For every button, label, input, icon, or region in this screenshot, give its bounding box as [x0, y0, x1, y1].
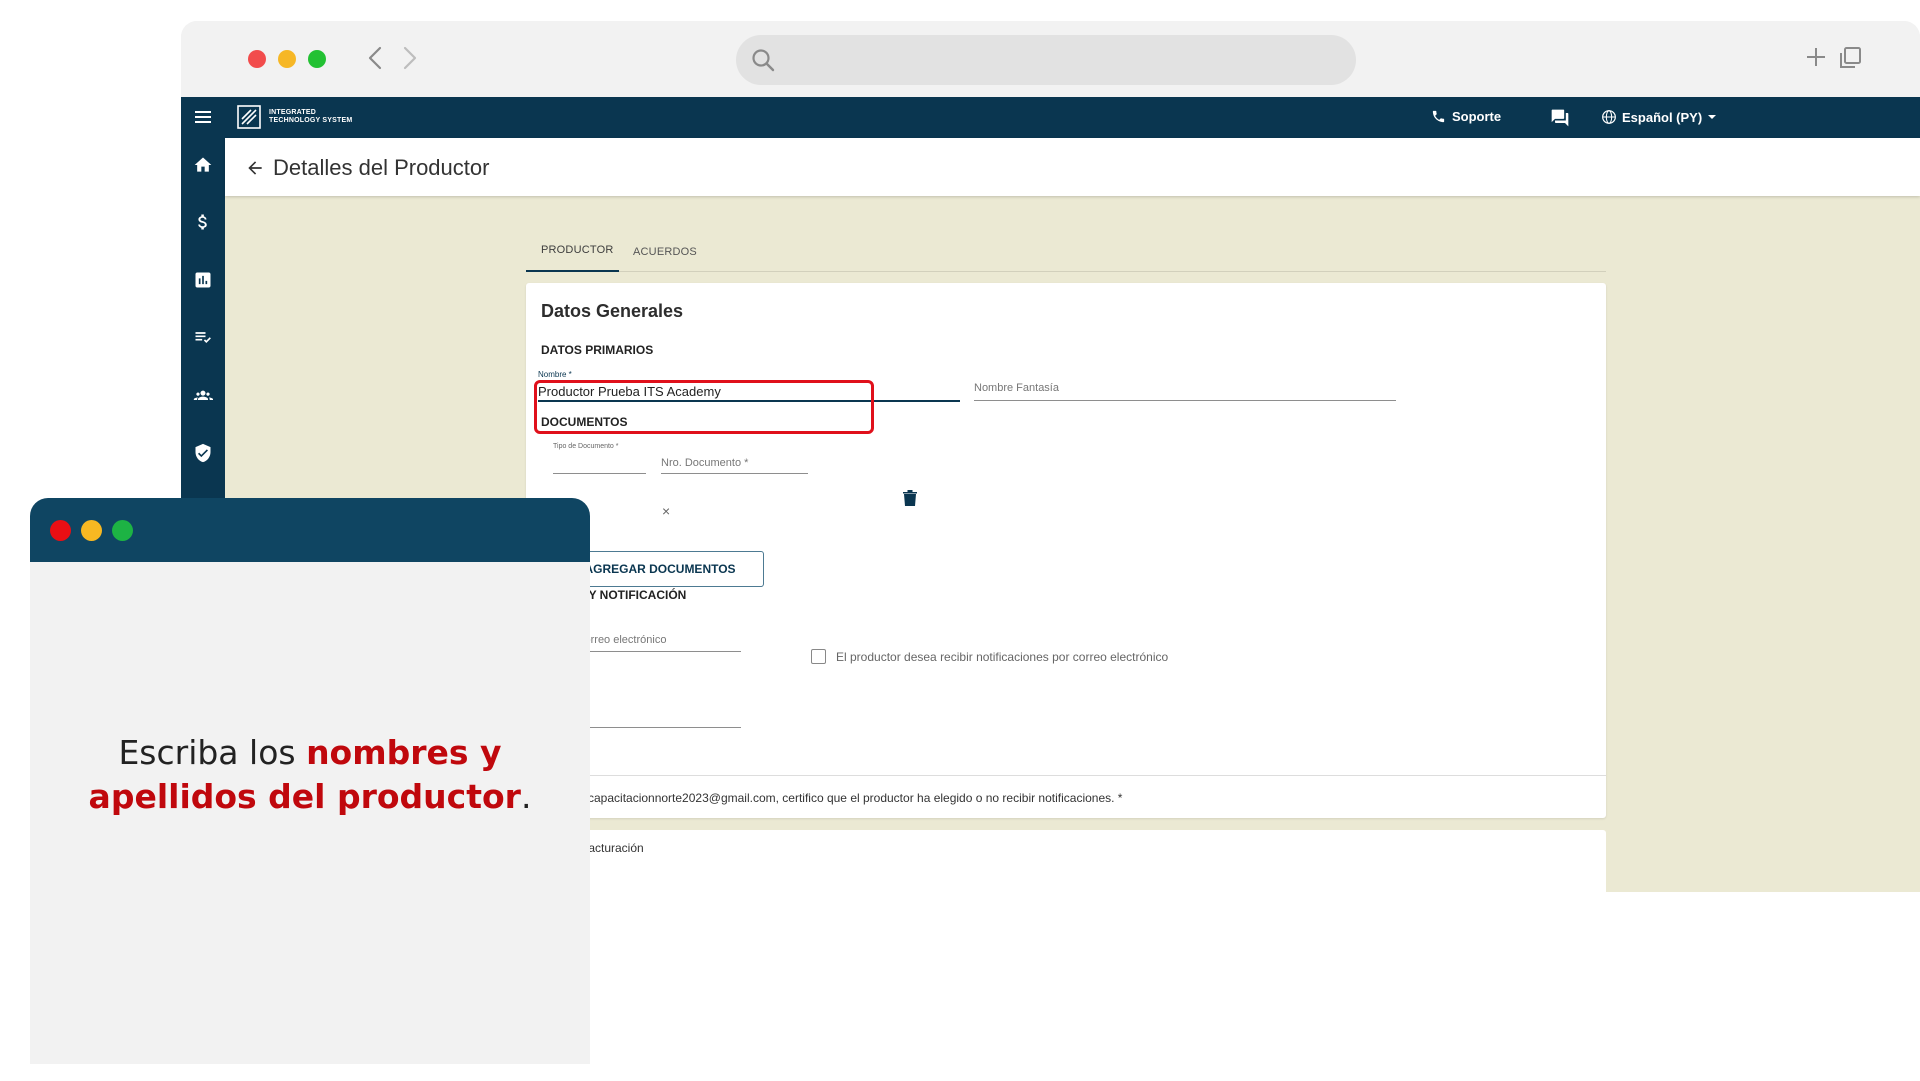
certify-text: capacitacionnorte2023@gmail.com, certifi… — [588, 791, 1123, 805]
billing-section-title: Facturación — [581, 841, 644, 855]
chat-icon[interactable] — [1550, 108, 1570, 128]
tab-productor[interactable]: PRODUCTOR — [541, 244, 614, 256]
back-arrow-icon[interactable] — [245, 158, 265, 178]
language-selector[interactable]: Español (PY) — [1601, 109, 1717, 125]
email-underline — [579, 651, 741, 652]
tab-acuerdos[interactable]: ACUERDOS — [633, 246, 697, 258]
dollar-icon[interactable] — [193, 212, 213, 232]
card-divider — [526, 775, 1606, 776]
delete-icon[interactable] — [902, 489, 918, 507]
instruction-suffix: . — [520, 777, 532, 816]
language-label: Español (PY) — [1622, 109, 1703, 125]
app-topbar: INTEGRATED TECHNOLOGY SYSTEM Soporte Esp… — [181, 97, 1920, 138]
instruction-highlight-1: nombres y — [306, 733, 502, 772]
doc-number-field[interactable]: Nro. Documento * — [661, 457, 748, 469]
instruction-panel-header — [30, 498, 590, 562]
section-documents: DOCUMENTOS — [541, 415, 628, 429]
clear-doc-type-icon[interactable]: × — [662, 503, 670, 519]
logo-text: INTEGRATED TECHNOLOGY SYSTEM — [269, 109, 352, 125]
tabs-overview-icon[interactable] — [1837, 45, 1863, 71]
notify-checkbox-label: El productor desea recibir notificacione… — [836, 650, 1169, 664]
logo-text-line-1: INTEGRATED — [269, 109, 316, 116]
group-icon[interactable] — [193, 385, 213, 405]
search-icon — [752, 49, 775, 72]
panel-red-dot — [50, 520, 71, 541]
instruction-prefix: Escriba los — [118, 733, 307, 772]
active-tab-indicator — [526, 270, 619, 272]
menu-icon[interactable] — [193, 107, 213, 127]
home-icon[interactable] — [193, 155, 213, 175]
billing-card: Facturación — [526, 830, 1606, 892]
globe-icon — [1602, 110, 1616, 124]
name-field-label: Nombre * — [538, 370, 572, 379]
tab-bar: PRODUCTOR ACUERDOS — [526, 232, 1606, 272]
forward-arrow-icon[interactable] — [394, 43, 424, 73]
caret-down-icon — [1708, 115, 1717, 119]
panel-green-dot — [112, 520, 133, 541]
instruction-text: Escriba los nombres y apellidos del produ… — [30, 731, 590, 819]
new-tab-icon[interactable] — [1804, 45, 1828, 69]
page-header: Detalles del Productor — [225, 138, 1920, 196]
minimize-window-button[interactable] — [278, 50, 296, 68]
fantasy-name-field[interactable]: Nombre Fantasía — [974, 382, 1059, 394]
close-window-button[interactable] — [248, 50, 266, 68]
doc-type-underline — [553, 473, 646, 474]
chart-icon[interactable] — [193, 270, 213, 290]
doc-number-underline — [661, 473, 808, 474]
card-title: Datos Generales — [541, 301, 684, 321]
doc-type-label: Tipo de Documento * — [553, 443, 619, 450]
browser-toolbar — [181, 21, 1920, 97]
section-primary-data: DATOS PRIMARIOS — [541, 343, 654, 357]
instruction-panel: Escriba los nombres y apellidos del produ… — [30, 498, 590, 1064]
support-label: Soporte — [1452, 109, 1502, 124]
app-logo[interactable]: INTEGRATED TECHNOLOGY SYSTEM — [237, 105, 352, 129]
textarea-underline — [579, 727, 741, 728]
page-title: Detalles del Productor — [273, 155, 490, 180]
email-field[interactable]: correo electrónico — [579, 634, 666, 646]
shield-check-icon[interactable] — [193, 443, 213, 463]
address-bar[interactable] — [736, 35, 1356, 85]
checklist-icon[interactable] — [193, 328, 213, 348]
support-link[interactable]: Soporte — [1431, 109, 1501, 124]
maximize-window-button[interactable] — [308, 50, 326, 68]
logo-mark-icon — [237, 105, 261, 129]
panel-yellow-dot — [81, 520, 102, 541]
back-arrow-icon[interactable] — [361, 43, 391, 73]
logo-text-line-2: TECHNOLOGY SYSTEM — [269, 117, 353, 124]
general-data-card: Datos Generales DATOS PRIMARIOS Nombre *… — [526, 283, 1606, 818]
instruction-highlight-2: apellidos del productor — [88, 777, 521, 816]
fantasy-name-underline — [974, 400, 1396, 401]
notify-checkbox[interactable] — [811, 649, 826, 664]
phone-icon — [1432, 110, 1445, 123]
